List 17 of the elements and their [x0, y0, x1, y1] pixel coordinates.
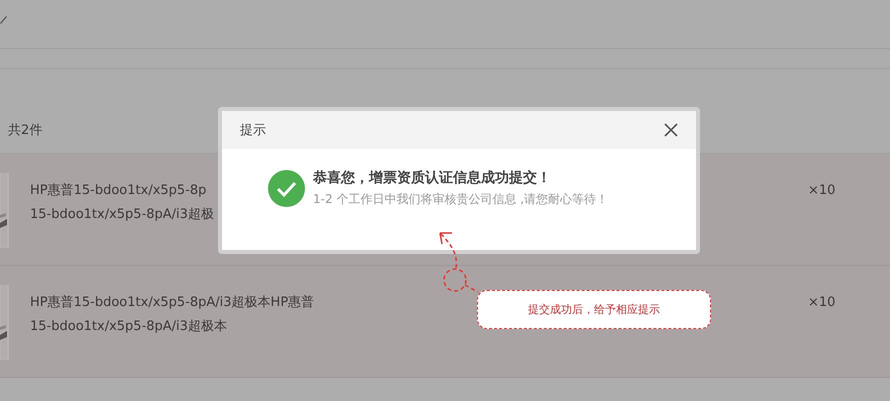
check-icon — [268, 170, 305, 207]
product-title: HP惠普15-bdoo1tx/x5p5-8pA/i3超极本HP惠普 — [30, 294, 314, 312]
detail-message: 1-2 个工作日中我们将审核贵公司信息 ,请您耐心等待！ — [313, 191, 608, 208]
success-message: 恭喜您，增票资质认证信息成功提交！ — [313, 169, 551, 187]
dialog-title: 提示 — [240, 122, 266, 139]
dashed-circle — [443, 268, 467, 292]
item-count: 共2件 — [8, 123, 42, 138]
leader-line — [464, 284, 478, 293]
stroke-icon — [0, 16, 7, 24]
annotation-note: 提交成功后，给予相应提示 — [477, 290, 711, 329]
product-title: 15-bdoo1tx/x5p5-8pA/i3超极本 — [30, 318, 227, 336]
product-title: HP惠普15-bdoo1tx/x5p5-8p — [30, 182, 206, 200]
quantity: ×10 — [808, 295, 836, 310]
close-icon[interactable] — [664, 123, 678, 137]
product-title: 15-bdoo1tx/x5p5-8pA/i3超极 — [30, 206, 214, 224]
arrow — [439, 232, 458, 268]
quantity: ×10 — [808, 183, 836, 198]
